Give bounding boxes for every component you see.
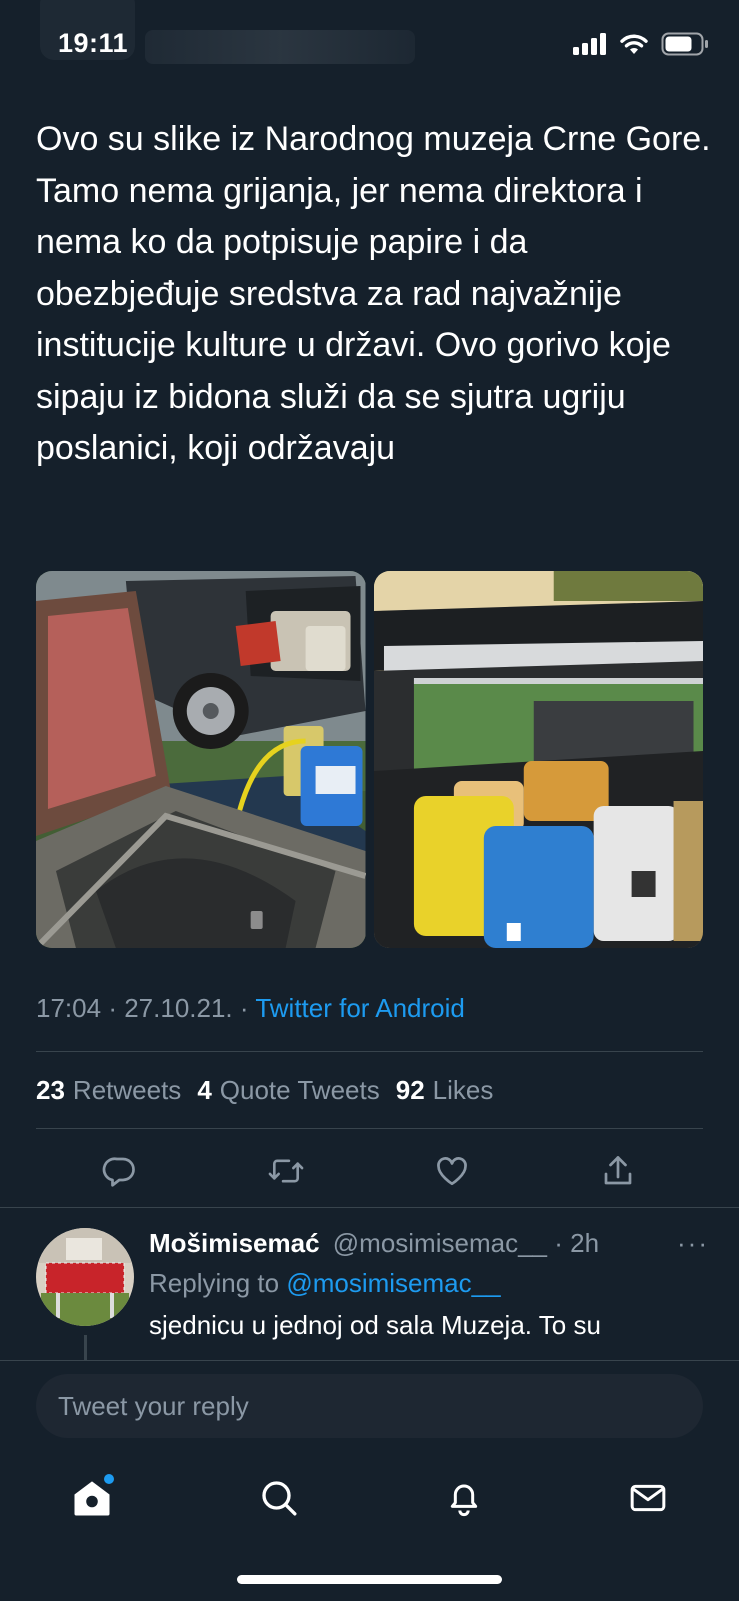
notifications-icon: [450, 1484, 478, 1517]
quote-tweets-count: 4: [197, 1075, 212, 1105]
quote-tweets-label: Quote Tweets: [219, 1075, 380, 1105]
tweet-stats: 23 Retweets 4 Quote Tweets 92 Likes: [36, 1075, 493, 1106]
replying-to: Replying to @mosimisemac__: [149, 1268, 501, 1299]
retweet-button[interactable]: [260, 1145, 312, 1197]
meta-separator: ·: [108, 993, 117, 1023]
reply-composer[interactable]: [36, 1374, 703, 1438]
retweets-count: 23: [36, 1075, 65, 1105]
replying-to-mention[interactable]: @mosimisemac__: [286, 1268, 500, 1298]
reply-icon: [102, 1157, 135, 1187]
battery-icon: [661, 32, 708, 56]
bottom-nav: [0, 1470, 739, 1526]
divider: [0, 1207, 739, 1208]
tweet-media[interactable]: [36, 571, 703, 948]
messages-icon: [630, 1484, 666, 1512]
like-icon: [437, 1157, 467, 1186]
share-icon: [604, 1156, 632, 1185]
meta-separator: ·: [239, 993, 249, 1023]
like-button[interactable]: [426, 1145, 478, 1197]
reply-author-handle[interactable]: @mosimisemac__: [333, 1228, 547, 1258]
likes-stat[interactable]: 92 Likes: [396, 1075, 494, 1106]
avatar[interactable]: [36, 1228, 134, 1326]
more-options-icon[interactable]: ···: [677, 1228, 709, 1259]
quote-tweets-stat[interactable]: 4 Quote Tweets: [197, 1075, 379, 1106]
retweets-stat[interactable]: 23 Retweets: [36, 1075, 181, 1106]
retweet-icon: [268, 1159, 304, 1183]
status-icons: [573, 32, 709, 56]
home-notification-dot: [104, 1474, 114, 1484]
wifi-icon: [620, 34, 648, 54]
cellular-signal-icon: [573, 33, 606, 55]
tweet-source-link[interactable]: Twitter for Android: [255, 993, 465, 1023]
reply-age: · 2h: [554, 1228, 600, 1258]
nav-notifications[interactable]: [436, 1470, 492, 1526]
share-button[interactable]: [592, 1145, 644, 1197]
status-bar: 19:11: [0, 0, 739, 92]
tweet-meta: 17:04 · 27.10.21. · Twitter for Android: [36, 993, 465, 1024]
reply-tweet[interactable]: Mošimisemać @mosimisemac__ · 2h ··· Repl…: [0, 1210, 739, 1360]
replying-to-label: Replying to: [149, 1268, 280, 1298]
reply-text: sjednicu u jednoj od sala Muzeja. To su: [149, 1310, 601, 1340]
thread-line: [84, 1335, 87, 1360]
reply-button[interactable]: [94, 1145, 146, 1197]
likes-label: Likes: [432, 1075, 494, 1105]
search-icon: [262, 1481, 297, 1516]
divider: [36, 1051, 703, 1052]
tweet-text: Ovo su slike iz Narodnog muzeja Crne Gor…: [36, 120, 711, 467]
tweet-actions: [0, 1145, 739, 1197]
likes-count: 92: [395, 1075, 425, 1105]
tweet-date: 27.10.21.: [124, 993, 233, 1023]
divider: [36, 1128, 703, 1129]
reply-input[interactable]: [36, 1374, 703, 1438]
status-time: 19:11: [58, 28, 129, 58]
reply-header: Mošimisemać @mosimisemac__ · 2h: [149, 1228, 599, 1259]
retweets-label: Retweets: [72, 1075, 182, 1105]
tweet-time: 17:04: [36, 993, 102, 1023]
photo-car-and-tank[interactable]: [36, 571, 366, 948]
nav-search[interactable]: [251, 1470, 307, 1526]
nav-messages[interactable]: [620, 1470, 676, 1526]
home-indicator: [237, 1575, 502, 1584]
nav-home[interactable]: [64, 1470, 120, 1526]
reply-author-name[interactable]: Mošimisemać: [149, 1228, 320, 1258]
photo-fuel-canisters[interactable]: [373, 571, 703, 948]
blurred-header-title: [145, 30, 415, 64]
